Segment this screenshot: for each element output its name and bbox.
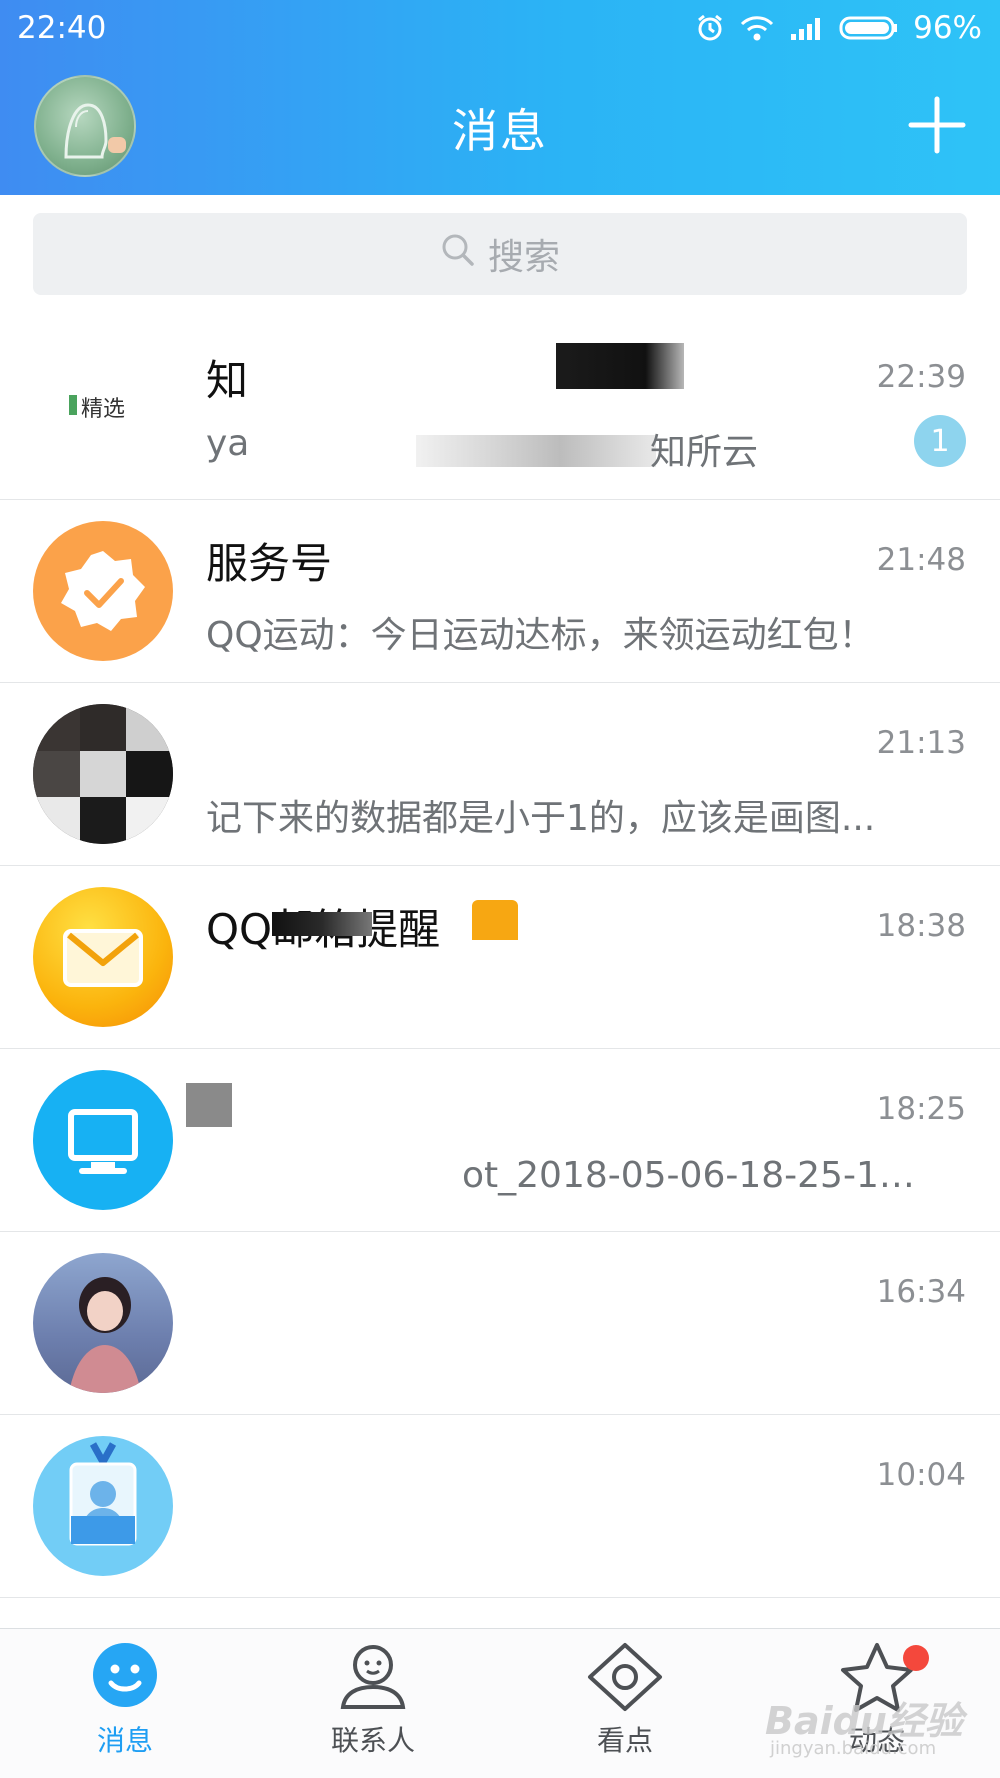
avatar [33,887,173,1027]
avatar-logo-text: 精选 [81,397,126,422]
conversation-row[interactable]: 10:04 [0,1415,1000,1598]
conversation-time: 16:34 [876,1274,966,1310]
conversation-row[interactable]: 精选 知 22:39 ya 知所云 1 [0,317,1000,500]
avatar [33,1070,173,1210]
verified-badge-icon [61,551,145,631]
watermark-url: jingyan.baidu.com [770,1738,937,1759]
mail-icon [63,929,143,987]
status-time: 22:40 [17,10,107,46]
message-preview: ya [206,423,250,464]
conversation-row[interactable]: QQ邮箱提醒 18:38 [0,866,1000,1049]
conversation-time: 18:25 [876,1091,966,1127]
eye-diamond-icon [545,1641,705,1713]
conversation-row[interactable]: 18:25 ot_2018-05-06-18-25-15-... [0,1049,1000,1232]
search-bar[interactable]: 搜索 [33,213,967,295]
blurred-name [186,1083,232,1127]
battery-percent: 96% [913,10,982,46]
tab-messages[interactable]: 消息 [45,1641,205,1759]
add-button[interactable] [907,95,967,155]
blurred-name [472,900,518,940]
conversation-row[interactable]: 16:34 [0,1232,1000,1415]
id-badge-icon [69,1442,137,1546]
watermark: Baidu经验 [765,1699,963,1743]
avatar [33,704,173,844]
search-placeholder: 搜索 [487,237,560,278]
unread-badge: 1 [914,415,966,467]
conversation-row[interactable]: 21:13 记下来的数据都是小于1的，应该是画图... [0,683,1000,866]
tab-highlights[interactable]: 看点 [545,1641,705,1759]
message-preview: QQ运动：今日运动达标，来领运动红包！ [206,615,875,656]
conversation-time: 18:38 [876,908,966,944]
conversation-time: 22:39 [876,359,966,395]
tab-label: 消息 [96,1724,153,1757]
blurred-preview [416,435,656,467]
notification-dot [903,1645,929,1671]
computer-monitor-icon [68,1109,138,1174]
message-preview-tail: 知所云 [650,432,759,473]
page-title: 消息 [452,104,548,158]
conversation-row[interactable]: 服务号 21:48 QQ运动：今日运动达标，来领运动红包！ [0,500,1000,683]
message-preview: ot_2018-05-06-18-25-15-... [462,1155,932,1196]
conversation-time: 10:04 [876,1457,966,1493]
conversation-time: 21:13 [876,725,966,761]
avatar: 精选 [33,347,153,467]
wifi-icon [739,14,775,42]
alarm-icon [695,13,725,43]
message-preview: 记下来的数据都是小于1的，应该是画图... [206,798,876,839]
conversation-list: 精选 知 22:39 ya 知所云 1 服务号 21:48 QQ运动：今日运动达… [0,317,1000,1598]
smile-bubble-icon [45,1641,205,1713]
tab-label: 看点 [596,1724,653,1757]
battery-icon [839,14,899,42]
conversation-time: 21:48 [876,542,966,578]
app-header: 22:40 96% 消息 [0,0,1000,195]
search-icon [440,232,476,277]
person-icon [293,1641,453,1713]
conversation-name: 知 [206,356,249,405]
avatar [33,1436,173,1576]
blurred-name [556,343,684,389]
tab-contacts[interactable]: 联系人 [293,1641,453,1759]
tab-label: 联系人 [330,1724,415,1757]
signal-icon [789,14,825,42]
blurred-name [272,912,372,936]
status-icons: 96% [695,10,982,46]
avatar [33,1253,173,1393]
avatar [33,521,173,661]
conversation-name: 服务号 [206,539,333,588]
